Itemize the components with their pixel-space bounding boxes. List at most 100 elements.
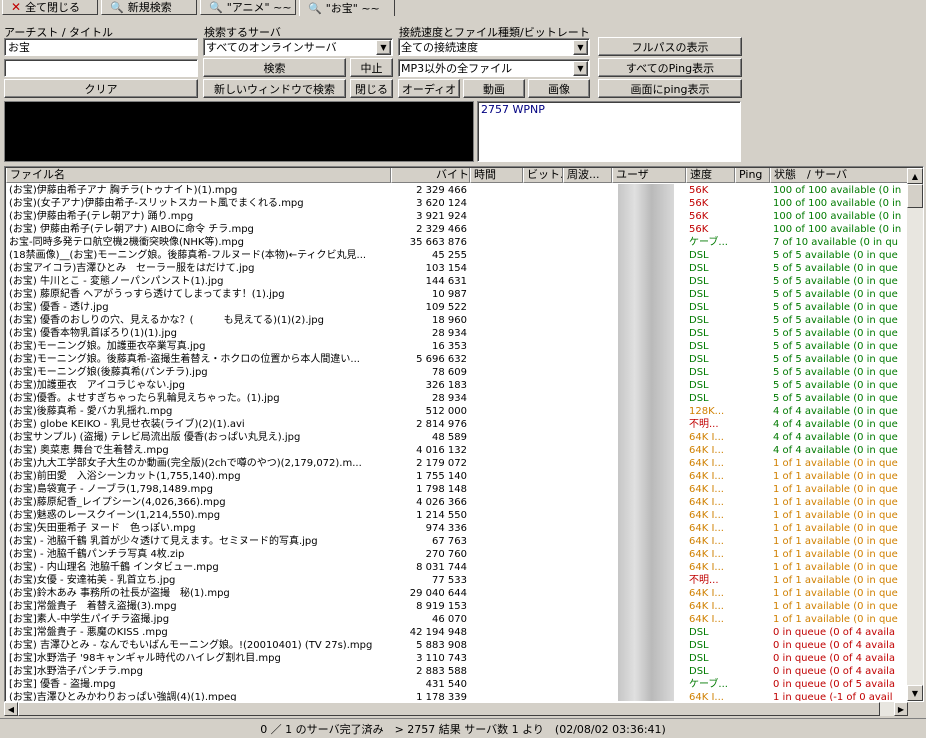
table-row[interactable]: (お宝)モーニング娘。加護亜衣卒業写真.jpg 16 353 DSL 5 of 5 a… bbox=[6, 340, 907, 353]
availability-status: 1 of 1 available (0 in que bbox=[773, 588, 898, 599]
scroll-h-thumb[interactable] bbox=[18, 702, 880, 716]
table-row[interactable]: (18禁画像)__(お宝)モーニング娘。後藤真希-フルヌード(本物)←ティクビ丸… bbox=[6, 249, 907, 262]
scroll-down-icon[interactable]: ▼ bbox=[907, 685, 923, 701]
col-header-status-server[interactable]: 状態 / サーバ bbox=[770, 168, 910, 183]
file-name: [お宝]素人-中学生パイチラ盗撮.jpg bbox=[9, 614, 170, 625]
col-header-ping[interactable]: Ping bbox=[735, 168, 770, 183]
clear-button[interactable]: クリア bbox=[4, 79, 198, 98]
table-row[interactable]: (お宝)後藤真希 - 愛バカ乳揺れ.mpg 512 000 128K... 4 of … bbox=[6, 405, 907, 418]
secondary-input[interactable] bbox=[4, 59, 198, 77]
video-button[interactable]: 動画 bbox=[463, 79, 525, 98]
chevron-down-icon[interactable]: ▼ bbox=[376, 39, 391, 55]
user-name-obscured bbox=[618, 327, 674, 340]
filetype-dropdown[interactable]: MP3以外の全ファイル ▼ bbox=[398, 59, 590, 77]
table-row[interactable]: [お宝]常盤貴子 - 悪魔のKISS .mpg 42 194 948 DSL 0 in… bbox=[6, 626, 907, 639]
file-name: (お宝)吉澤ひとみかわりおっぱい強調(4)(1).mpeg bbox=[9, 692, 237, 702]
table-row[interactable]: [お宝]常盤貴子 着替え盗撮(3).mpg 8 919 153 64K I... 1 … bbox=[6, 600, 907, 613]
table-row[interactable]: (お宝)島袋寛子 - ノーブラ(1,798,1489.mpg 1 798 148 6… bbox=[6, 483, 907, 496]
table-row[interactable]: (お宝) 優香本物乳首ぽろり(1)(1).jpg 28 934 DSL 5 of 5 … bbox=[6, 327, 907, 340]
file-name: (お宝) 奥菜恵 舞台で生着替え.mpg bbox=[9, 445, 169, 456]
chevron-down-icon[interactable]: ▼ bbox=[573, 39, 588, 55]
file-size: 326 183 bbox=[425, 380, 467, 391]
artist-title-input[interactable]: お宝 bbox=[4, 38, 198, 56]
tab-new-search[interactable]: 🔍 新規検索 bbox=[101, 0, 197, 15]
table-row[interactable]: (お宝) 吉澤ひとみ - なんでもいばんモーニング娘。!(20010401) (… bbox=[6, 639, 907, 652]
col-header-time[interactable]: 時間 bbox=[470, 168, 523, 183]
file-name: [お宝]水野浩子 '98キャンギャル時代のハイレグ割れ目.mpg bbox=[9, 653, 281, 664]
tab-anime-search[interactable]: 🔍 "アニメ" ~~ bbox=[200, 0, 296, 15]
user-name-obscured bbox=[618, 574, 674, 587]
connection-speed: DSL bbox=[689, 640, 709, 651]
ping-screen-button[interactable]: 画面にping表示 bbox=[598, 79, 742, 98]
connection-speed: 64K I... bbox=[689, 432, 724, 443]
scroll-thumb[interactable] bbox=[907, 184, 923, 208]
table-row[interactable]: (お宝) - 池脇千鶴 乳首が少々透けて見えます。セミヌード的写真.jpg 67 … bbox=[6, 535, 907, 548]
col-header-filename[interactable]: ファイル名 bbox=[6, 168, 391, 183]
scroll-right-icon[interactable]: ▶ bbox=[894, 702, 908, 716]
image-button[interactable]: 画像 bbox=[528, 79, 590, 98]
table-row[interactable]: (お宝) - 内山理名 池脇千鶴 インタビュー.mpg 8 031 744 64K … bbox=[6, 561, 907, 574]
availability-status: 1 of 1 available (0 in que bbox=[773, 614, 898, 625]
table-row[interactable]: (お宝)加護亜衣 アイコラじゃない.jpg 326 183 DSL 5 of 5 av… bbox=[6, 379, 907, 392]
connection-speed: ケーブ... bbox=[689, 679, 728, 690]
vertical-scrollbar[interactable]: ▲ ▼ bbox=[907, 168, 923, 701]
table-row[interactable]: (お宝) 優香のおしりの穴、見えるかな？( も見えてる)(1)(2).jpg 18… bbox=[6, 314, 907, 327]
horizontal-scrollbar[interactable]: ◀ ▶ bbox=[4, 702, 908, 716]
table-row[interactable]: (お宝)女優 - 安達祐美 - 乳首立ち.jpg 77 533 不明... 1 of … bbox=[6, 574, 907, 587]
table-row[interactable]: (お宝アイコラ)吉澤ひとみ セーラー服をはだけて.jpg 103 154 DSL 5 … bbox=[6, 262, 907, 275]
col-header-bitrate[interactable]: ビット... bbox=[523, 168, 563, 183]
table-row[interactable]: (お宝)矢田亜希子 ヌード 色っぽい.mpg 974 336 64K I... 1 o… bbox=[6, 522, 907, 535]
scroll-up-icon[interactable]: ▲ bbox=[907, 168, 923, 184]
col-header-bytes[interactable]: バイト bbox=[391, 168, 470, 183]
table-row[interactable]: (お宝) 優香 - 透け.jpg 109 522 DSL 5 of 5 availab… bbox=[6, 301, 907, 314]
table-row[interactable]: (お宝) globe KEIKO - 乳見せ衣装(ライブ)(2)(1).avi 2… bbox=[6, 418, 907, 431]
ping-all-button[interactable]: すべてのPing表示 bbox=[598, 58, 742, 77]
chevron-down-icon[interactable]: ▼ bbox=[573, 60, 588, 76]
table-row[interactable]: (お宝) - 池脇千鶴パンチラ写真 4枚.zip 270 760 64K I... 1… bbox=[6, 548, 907, 561]
speed-dropdown[interactable]: 全ての接続速度 ▼ bbox=[398, 38, 590, 56]
file-name: (お宝)前田愛 入浴シーンカット(1,755,140).mpg bbox=[9, 471, 241, 482]
table-row[interactable]: (お宝)(女子アナ)伊藤由希子-スリットスカート風でまくれる.mpg 3 620 … bbox=[6, 197, 907, 210]
scroll-left-icon[interactable]: ◀ bbox=[4, 702, 18, 716]
table-row[interactable]: (お宝)吉澤ひとみかわりおっぱい強調(4)(1).mpeg 1 178 339 64… bbox=[6, 691, 907, 702]
table-row[interactable]: (お宝)前田愛 入浴シーンカット(1,755,140).mpg 1 755 140… bbox=[6, 470, 907, 483]
col-header-frequency[interactable]: 周波... bbox=[563, 168, 612, 183]
col-header-speed[interactable]: 速度 bbox=[686, 168, 735, 183]
availability-status: 1 of 1 available (0 in que bbox=[773, 549, 898, 560]
table-row[interactable]: (お宝) 牛川とこ - 変態ノーパンパンスト(1).jpg 144 631 DSL 5… bbox=[6, 275, 907, 288]
col-header-user[interactable]: ユーザ bbox=[612, 168, 686, 183]
table-row[interactable]: (お宝)伊藤由希子アナ 胸チラ(トゥナイト)(1).mpg 2 329 466 56… bbox=[6, 184, 907, 197]
user-name-obscured bbox=[618, 483, 674, 496]
table-row[interactable]: [お宝]素人-中学生パイチラ盗撮.jpg 46 070 64K I... 1 of 1… bbox=[6, 613, 907, 626]
table-row[interactable]: [お宝] 優香 - 盗撮.mpg 431 540 ケーブ... 0 in queue … bbox=[6, 678, 907, 691]
search-button[interactable]: 検索 bbox=[203, 58, 346, 77]
table-row[interactable]: お宝-同時多発テロ航空機2機衝突映像(NHK等).mpg 35 663 876 ケー… bbox=[6, 236, 907, 249]
table-row[interactable]: (お宝)モーニング娘。後藤真希-盗撮生着替え・ホクロの位置から本人間違い... 5… bbox=[6, 353, 907, 366]
new-window-search-button[interactable]: 新しいウィンドウで検索 bbox=[203, 79, 346, 98]
table-row[interactable]: (お宝)魅惑のレースクイーン(1,214,550).mpg 1 214 550 64… bbox=[6, 509, 907, 522]
table-row[interactable]: (お宝)モーニング娘(後藤真希(パンチラ).jpg 78 609 DSL 5 of 5… bbox=[6, 366, 907, 379]
table-row[interactable]: (お宝) 藤原紀香 ヘアがうっすら透けてしまってます！(1).jpg 10 987… bbox=[6, 288, 907, 301]
connection-speed: 64K I... bbox=[689, 536, 724, 547]
close-button[interactable]: 閉じる bbox=[350, 79, 393, 98]
table-row[interactable]: (お宝)藤原紀香_レイプシーン(4,026,366).mpg 4 026 366 6… bbox=[6, 496, 907, 509]
table-row[interactable]: (お宝)優香。よせすぎちゃったら乳輪見えちゃった。(1).jpg 28 934 DS… bbox=[6, 392, 907, 405]
file-name: (お宝)女優 - 安達祐美 - 乳首立ち.jpg bbox=[9, 575, 176, 586]
tab-otakara-search[interactable]: 🔍 "お宝" ~~ bbox=[299, 0, 395, 16]
audio-button[interactable]: オーディオ bbox=[398, 79, 460, 98]
tab-label: 全て閉じる bbox=[25, 1, 81, 14]
server-dropdown[interactable]: すべてのオンラインサーバ ▼ bbox=[203, 38, 393, 56]
stop-button[interactable]: 中止 bbox=[350, 58, 393, 77]
table-row[interactable]: (お宝)鈴木あみ 事務所の社長が盗撮 秘(1).mpg 29 040 644 64K… bbox=[6, 587, 907, 600]
tab-close-all[interactable]: ✕ 全て閉じる bbox=[2, 0, 98, 15]
table-row[interactable]: (お宝) 伊藤由希子(テレ朝アナ) AIBOに命令 チラ.mpg 2 329 46… bbox=[6, 223, 907, 236]
table-row[interactable]: (お宝)九大工学部女子大生のか動画(完全版)(2chで噂のやつ)(2,179,0… bbox=[6, 457, 907, 470]
table-row[interactable]: [お宝]水野浩子パンチラ.mpg 2 883 588 DSL 0 in queue (… bbox=[6, 665, 907, 678]
table-row[interactable]: (お宝サンプル) (盗撮) テレビ局流出版 優香(おっぱい丸見え).jpg 48 … bbox=[6, 431, 907, 444]
table-row[interactable]: [お宝]水野浩子 '98キャンギャル時代のハイレグ割れ目.mpg 3 110 74… bbox=[6, 652, 907, 665]
fullpath-button[interactable]: フルパスの表示 bbox=[598, 37, 742, 56]
connection-speed: DSL bbox=[689, 653, 709, 664]
table-row[interactable]: (お宝)伊藤由希子(テレ朝アナ) 踊り.mpg 3 921 924 56K 100 o… bbox=[6, 210, 907, 223]
results-list[interactable]: ファイル名バイト時間ビット...周波...ユーザ速度Ping状態 / サーバ (… bbox=[4, 166, 924, 702]
table-row[interactable]: (お宝) 奥菜恵 舞台で生着替え.mpg 4 016 132 64K I... 4 o… bbox=[6, 444, 907, 457]
